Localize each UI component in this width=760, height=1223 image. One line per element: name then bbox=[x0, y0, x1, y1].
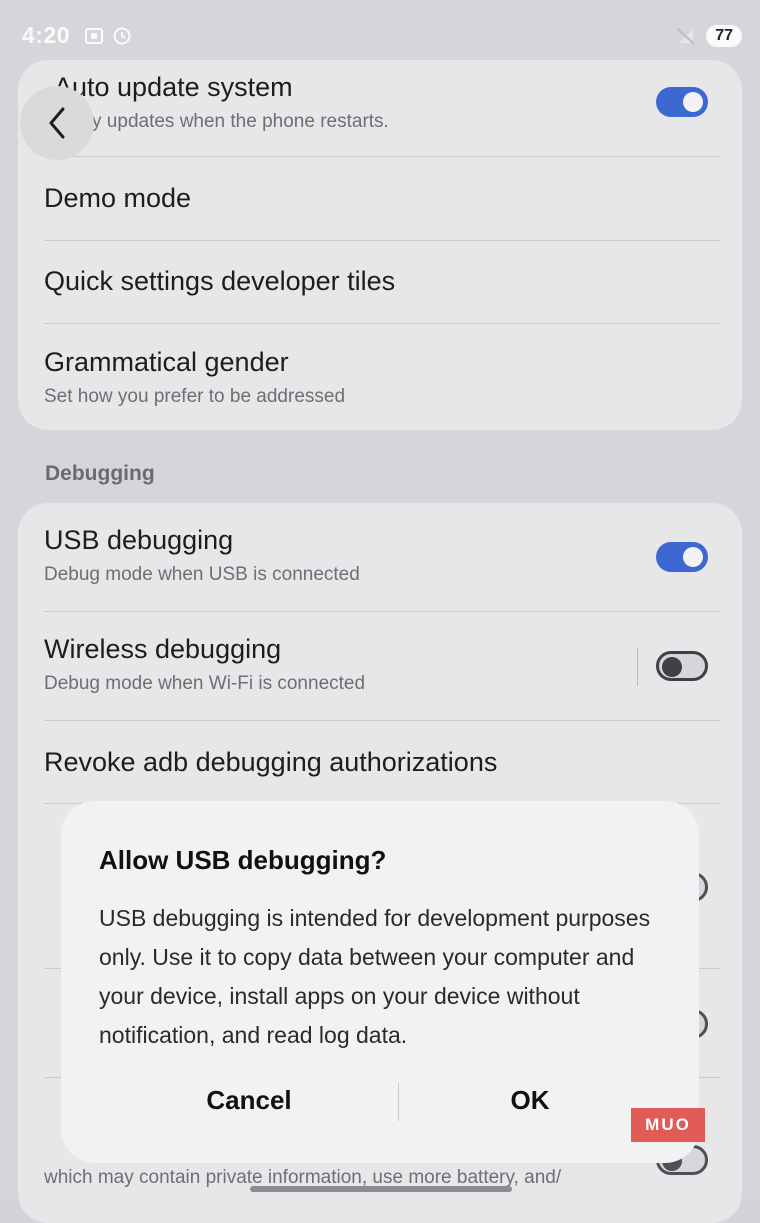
wireless-debugging-subtitle: Debug mode when Wi-Fi is connected bbox=[44, 673, 366, 694]
divider bbox=[44, 156, 720, 157]
auto-update-toggle[interactable] bbox=[656, 87, 708, 117]
dialog-title: Allow USB debugging? bbox=[99, 845, 387, 875]
chevron-left-icon bbox=[49, 107, 65, 139]
revoke-authorizations-row[interactable]: Revoke adb debugging authorizations bbox=[44, 747, 720, 778]
status-time: 4:20 bbox=[22, 22, 71, 48]
grammatical-gender-row[interactable]: Grammatical gender Set how you prefer to… bbox=[44, 347, 720, 408]
wireless-debugging-toggle[interactable] bbox=[656, 651, 708, 681]
usb-debugging-toggle[interactable] bbox=[656, 542, 708, 572]
divider bbox=[44, 720, 720, 721]
ok-button[interactable]: OK bbox=[399, 1085, 661, 1116]
debugging-section-header: Debugging bbox=[45, 462, 155, 485]
grammatical-gender-title: Grammatical gender bbox=[44, 347, 289, 377]
screenshot-icon bbox=[84, 26, 104, 46]
auto-update-subtitle: Apply updates when the phone restarts. bbox=[54, 111, 389, 132]
usb-debugging-title: USB debugging bbox=[44, 525, 234, 555]
divider bbox=[44, 240, 720, 241]
battery-level: 77 bbox=[706, 25, 742, 47]
usb-debugging-subtitle: Debug mode when USB is connected bbox=[44, 564, 360, 585]
usb-debugging-row[interactable]: USB debugging Debug mode when USB is con… bbox=[44, 525, 720, 586]
wireless-debugging-row[interactable]: Wireless debugging Debug mode when Wi-Fi… bbox=[44, 634, 720, 695]
divider bbox=[44, 323, 720, 324]
gesture-handle[interactable] bbox=[250, 1186, 512, 1192]
dialog-message: USB debugging is intended for developmen… bbox=[99, 905, 651, 1048]
toggle-separator bbox=[637, 648, 638, 686]
cancel-button[interactable]: Cancel bbox=[101, 1085, 397, 1116]
usb-debugging-dialog: Allow USB debugging? USB debugging is in… bbox=[61, 801, 699, 1163]
demo-mode-row[interactable]: Demo mode bbox=[44, 183, 720, 214]
alarm-icon bbox=[112, 26, 132, 46]
back-button[interactable] bbox=[20, 86, 94, 160]
wireless-debugging-title: Wireless debugging bbox=[44, 634, 282, 664]
demo-mode-title: Demo mode bbox=[44, 183, 192, 213]
quick-tiles-row[interactable]: Quick settings developer tiles bbox=[44, 266, 720, 297]
no-signal-icon bbox=[676, 26, 696, 46]
revoke-authorizations-title: Revoke adb debugging authorizations bbox=[44, 747, 498, 777]
muo-watermark-logo: MUO bbox=[631, 1108, 705, 1142]
grammatical-gender-subtitle: Set how you prefer to be addressed bbox=[44, 386, 346, 407]
quick-tiles-title: Quick settings developer tiles bbox=[44, 266, 396, 296]
auto-update-row[interactable]: Auto update system Apply updates when th… bbox=[44, 72, 720, 133]
general-settings-card: Auto update system Apply updates when th… bbox=[18, 60, 742, 430]
divider bbox=[44, 611, 720, 612]
auto-update-title: Auto update system bbox=[54, 72, 293, 102]
